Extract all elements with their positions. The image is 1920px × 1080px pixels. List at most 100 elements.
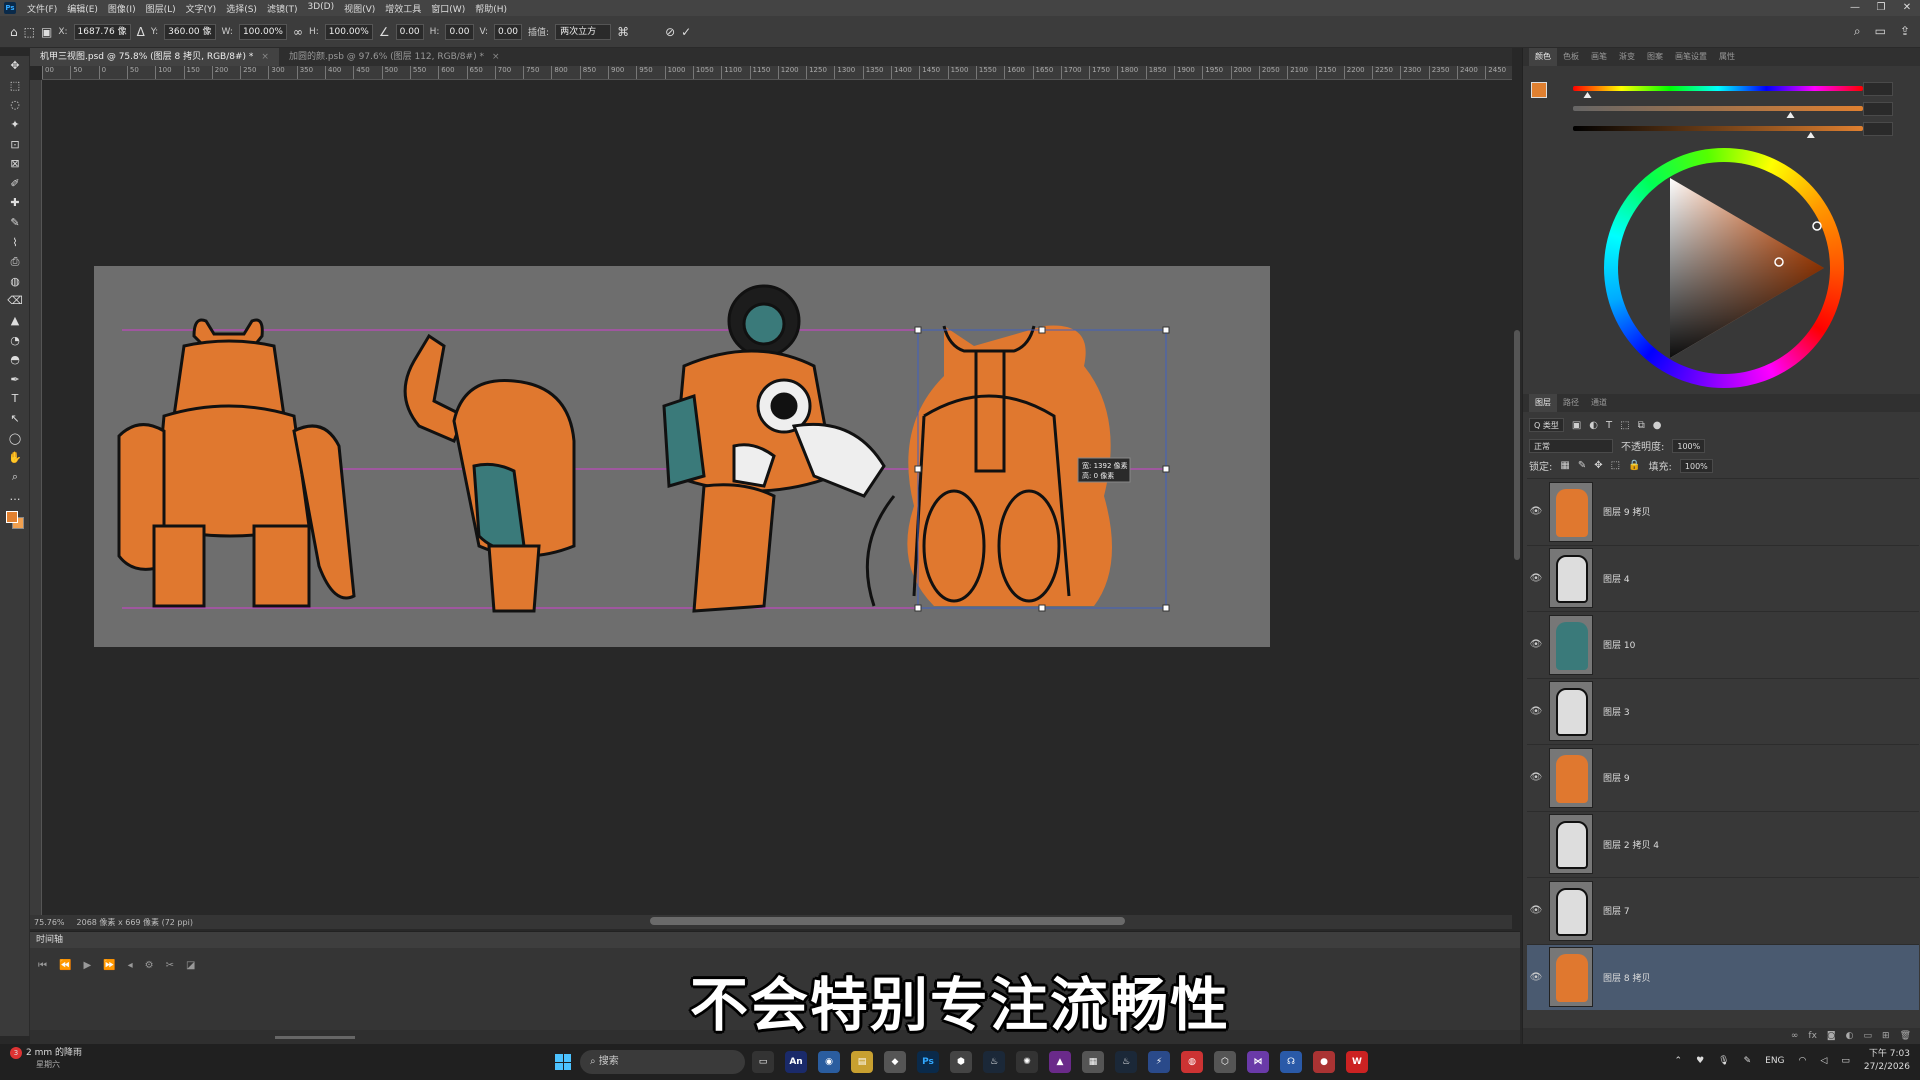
panel-tab[interactable]: 画笔	[1585, 48, 1613, 66]
calculator-app-icon[interactable]: ▦	[1082, 1051, 1104, 1073]
marquee-tool-icon[interactable]: ⬚	[0, 76, 30, 96]
app-icon-2[interactable]: ⬢	[950, 1051, 972, 1073]
workspace-icon[interactable]: ▭	[1875, 24, 1886, 39]
color-triangle[interactable]	[1604, 148, 1844, 388]
warp-icon[interactable]: ⌘	[617, 25, 629, 39]
path-select-icon[interactable]: ↖	[0, 409, 30, 429]
layer-name[interactable]: 图层 3	[1603, 705, 1630, 718]
app-icon-6[interactable]: ☊	[1280, 1051, 1302, 1073]
color-wheel[interactable]	[1604, 148, 1844, 388]
lock-move-icon[interactable]: ✥	[1594, 460, 1602, 471]
gradient-tool-icon[interactable]: ⌫	[0, 291, 30, 311]
taskbar-search[interactable]: ⌕ 搜索	[580, 1050, 745, 1074]
menu-item[interactable]: 窗口(W)	[426, 2, 470, 15]
reference-point-icon[interactable]: ▣	[41, 25, 52, 39]
foreground-color-swatch[interactable]	[6, 511, 18, 523]
timeline-zoom-slider[interactable]	[275, 1036, 355, 1039]
canvas-area[interactable]: 宽: 1392 像素 高: 0 像素	[42, 80, 1512, 920]
delta-icon[interactable]: Δ	[137, 25, 145, 39]
panel-tab[interactable]: 颜色	[1529, 48, 1557, 66]
file-explorer-icon[interactable]: ▤	[851, 1051, 873, 1073]
app-icon-1[interactable]: ◆	[884, 1051, 906, 1073]
menu-item[interactable]: 图像(I)	[103, 2, 141, 15]
vertical-scrollbar[interactable]	[1514, 330, 1520, 560]
type-tool-icon[interactable]: T	[0, 389, 30, 409]
angle-input[interactable]: 0.00	[395, 23, 424, 40]
panel-tab[interactable]: 渐变	[1613, 48, 1641, 66]
timeline-title[interactable]: 时间轴	[30, 932, 1520, 948]
menu-item[interactable]: 文字(Y)	[181, 2, 222, 15]
commit-transform-icon[interactable]: ✓	[681, 25, 691, 39]
layer-row[interactable]: 👁 图层 7	[1527, 877, 1919, 943]
wps-app-icon[interactable]: W	[1346, 1051, 1368, 1073]
filter-adjust-icon[interactable]: ◐	[1589, 420, 1598, 431]
panel-tab[interactable]: 路径	[1557, 394, 1585, 412]
transform-tool-icon[interactable]: ⬚	[24, 25, 35, 39]
microphone-icon[interactable]: 🎙	[1718, 1056, 1729, 1066]
brightness-value-field[interactable]	[1863, 122, 1893, 136]
clone-stamp-icon[interactable]: ⌇	[0, 232, 30, 252]
layer-row[interactable]: 👁 图层 9	[1527, 744, 1919, 810]
panel-tab[interactable]: 画笔设置	[1669, 48, 1713, 66]
layer-row[interactable]: 👁 图层 9 拷贝	[1527, 478, 1919, 544]
new-layer-icon[interactable]: ⊞	[1882, 1031, 1890, 1041]
qq-app-icon[interactable]: ◍	[1181, 1051, 1203, 1073]
tray-chevron-icon[interactable]: ⌃	[1675, 1056, 1683, 1066]
pen-tool-icon[interactable]: ✒	[0, 370, 30, 390]
layer-filter-select[interactable]: Q 类型	[1529, 418, 1564, 432]
width-input[interactable]: 100.00%	[238, 23, 287, 40]
panel-tab[interactable]: 图层	[1529, 394, 1557, 412]
fill-input[interactable]: 100%	[1679, 458, 1713, 473]
steam-app-icon-2[interactable]: ♨	[1115, 1051, 1137, 1073]
filter-smart-icon[interactable]: ⧉	[1638, 420, 1645, 431]
link-icon[interactable]: ∞	[293, 25, 303, 39]
clock[interactable]: 下午 7:03 27/2/2026	[1864, 1048, 1910, 1074]
history-brush-icon[interactable]: ⎙	[0, 252, 30, 272]
x-input[interactable]: 1687.76 像	[73, 23, 131, 40]
adjustment-icon[interactable]: ◐	[1846, 1031, 1854, 1041]
language-indicator[interactable]: ENG	[1765, 1056, 1784, 1066]
zoom-tool-icon[interactable]: ⌕	[0, 467, 30, 487]
layer-row[interactable]: 图层 2 拷贝 4	[1527, 810, 1919, 877]
more-tools-icon[interactable]: …	[0, 487, 30, 507]
y-input[interactable]: 360.00 像	[164, 23, 216, 40]
menu-item[interactable]: 滤镜(T)	[262, 2, 303, 15]
next-frame-icon[interactable]: ⏩	[103, 960, 115, 971]
close-tab-icon[interactable]: ×	[261, 52, 269, 62]
fx-icon[interactable]: fx	[1808, 1031, 1817, 1041]
burn-tool-icon[interactable]: ◓	[0, 350, 30, 370]
opacity-input[interactable]: 100%	[1672, 438, 1706, 453]
hue-slider[interactable]	[1573, 86, 1863, 91]
app-icon-4[interactable]: ⚡	[1148, 1051, 1170, 1073]
filter-toggle-icon[interactable]: ●	[1653, 420, 1662, 431]
layer-name[interactable]: 图层 9 拷贝	[1603, 505, 1650, 518]
lasso-tool-icon[interactable]: ◌	[0, 95, 30, 115]
filter-pixel-icon[interactable]: ▣	[1572, 420, 1581, 431]
filter-type-icon[interactable]: T	[1606, 420, 1612, 431]
layer-row[interactable]: 👁 图层 4	[1527, 544, 1919, 611]
chrome-app-icon[interactable]: ◉	[818, 1051, 840, 1073]
weather-widget[interactable]: 3 2 mm 的降雨 星期六	[10, 1047, 120, 1071]
eraser-tool-icon[interactable]: ◍	[0, 272, 30, 292]
audio-icon[interactable]: ◂	[128, 960, 133, 971]
visibility-eye-icon[interactable]: 👁	[1527, 573, 1545, 584]
close-icon[interactable]: ✕	[1894, 0, 1920, 16]
chatgpt-app-icon[interactable]: ✺	[1016, 1051, 1038, 1073]
layer-name[interactable]: 图层 9	[1603, 771, 1630, 784]
panel-tab[interactable]: 属性	[1713, 48, 1741, 66]
crop-tool-icon[interactable]: ⊡	[0, 134, 30, 154]
layer-row[interactable]: 👁 图层 3	[1527, 677, 1919, 744]
brush-tool-icon[interactable]: ✎	[0, 213, 30, 233]
tray-app-icon[interactable]: ♥	[1696, 1056, 1704, 1066]
volume-icon[interactable]: ◁	[1820, 1056, 1827, 1066]
dodge-tool-icon[interactable]: ◔	[0, 330, 30, 350]
panel-tab[interactable]: 通道	[1585, 394, 1613, 412]
healing-brush-icon[interactable]: ✚	[0, 193, 30, 213]
layer-row[interactable]: 👁 图层 10	[1527, 611, 1919, 677]
tab-document-1[interactable]: 机甲三视图.psd @ 75.8% (图层 8 拷贝, RGB/8#) * ×	[30, 48, 279, 66]
magic-wand-icon[interactable]: ✦	[0, 115, 30, 135]
current-color-swatch[interactable]	[1531, 82, 1547, 98]
first-frame-icon[interactable]: ⏮	[38, 960, 47, 971]
visibility-eye-icon[interactable]: 👁	[1527, 706, 1545, 717]
visibility-eye-icon[interactable]: 👁	[1527, 905, 1545, 916]
